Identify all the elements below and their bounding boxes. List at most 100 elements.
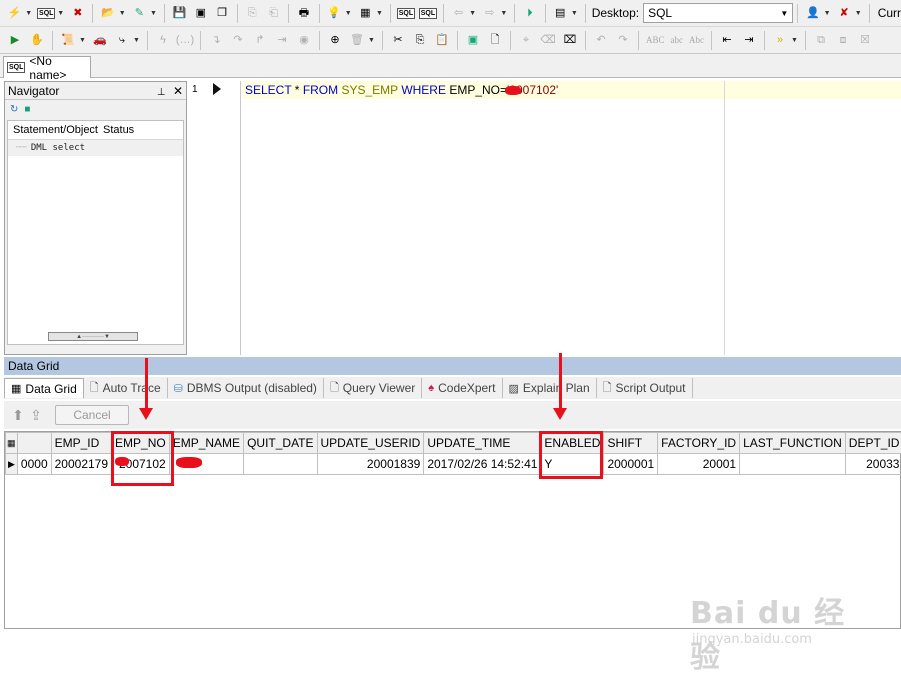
select-all-icon[interactable]: ▣ xyxy=(464,31,482,49)
refresh-icon[interactable]: ↻ xyxy=(10,104,18,115)
sql-format-icon[interactable]: SQL xyxy=(396,4,416,22)
chevron-down-icon[interactable]: ▼ xyxy=(469,10,476,17)
pin-icon[interactable]: ⊥ xyxy=(157,87,166,98)
column-header-emp-id[interactable]: EMP_ID xyxy=(50,432,113,454)
tab-explain-plan[interactable]: ▨ Explain Plan xyxy=(503,378,597,398)
chevron-down-icon[interactable]: ▼ xyxy=(500,10,507,17)
calendar-icon[interactable]: ▦ xyxy=(357,4,374,22)
sql-editor[interactable]: 1 SELECT * FROM SYS_EMP WHERE EMP_NO='20… xyxy=(189,81,901,355)
save-all-icon[interactable]: ▣ xyxy=(192,4,209,22)
navigator-column-header[interactable]: Status xyxy=(98,124,134,136)
horizontal-scrollbar[interactable]: ▲···········▼ xyxy=(48,332,138,341)
step-icon[interactable]: ⏵ xyxy=(521,4,538,22)
chevron-down-icon[interactable]: ▼ xyxy=(791,37,798,44)
cell-update-userid[interactable]: 20001839 xyxy=(316,453,425,475)
window-tile-icon[interactable]: ⧉ xyxy=(812,31,830,49)
execute-icon[interactable]: ▶ xyxy=(6,31,24,49)
clear-icon[interactable]: ⌧ xyxy=(561,31,579,49)
column-header-factory-id[interactable]: FACTORY_ID xyxy=(657,432,741,454)
chevron-down-icon[interactable]: ▼ xyxy=(119,10,126,17)
parens-icon[interactable]: (…) xyxy=(176,31,194,49)
trash-icon[interactable]: 🗑 xyxy=(348,31,366,49)
commit-icon[interactable]: ⎘ xyxy=(244,4,261,22)
column-header-quit-date[interactable]: QUIT_DATE xyxy=(243,432,318,454)
lowercase-button[interactable]: abc xyxy=(671,35,684,45)
add-watch-icon[interactable]: ⊕ xyxy=(326,31,344,49)
copy-icon[interactable]: ⎘ xyxy=(411,31,429,49)
redo-icon[interactable]: ↷ xyxy=(614,31,632,49)
user-icon[interactable]: 👤 xyxy=(804,4,821,22)
undo-icon[interactable]: ↶ xyxy=(592,31,610,49)
column-header-update-time[interactable]: UPDATE_TIME xyxy=(423,432,542,454)
chevron-down-icon[interactable]: ▼ xyxy=(368,37,375,44)
save-icon[interactable]: 💾 xyxy=(171,4,188,22)
copy-window-icon[interactable]: ❐ xyxy=(213,4,230,22)
navigator-item[interactable]: ┈┈ DML select xyxy=(8,140,183,156)
outdent-icon[interactable]: ⇥ xyxy=(740,31,758,49)
chevron-down-icon[interactable]: ▼ xyxy=(376,10,383,17)
chevron-down-icon[interactable]: ▼ xyxy=(57,10,64,17)
tab-script-output[interactable]: 🗋 Script Output xyxy=(597,378,693,398)
column-header-update-userid[interactable]: UPDATE_USERID xyxy=(316,432,425,454)
run-to-cursor-icon[interactable]: ⤷ xyxy=(113,31,131,49)
hand-icon[interactable]: ✋ xyxy=(28,31,46,49)
script-icon[interactable]: 📜 xyxy=(59,31,77,49)
desktop-select[interactable]: SQL ▼ xyxy=(643,3,794,23)
column-header-shift[interactable]: SHIFT xyxy=(603,432,659,454)
run-icon[interactable]: ⇥ xyxy=(273,31,291,49)
kill-icon[interactable]: ✘ xyxy=(836,4,853,22)
car-icon[interactable]: 🚗 xyxy=(91,31,109,49)
schema-icon[interactable]: ✎ xyxy=(131,4,148,22)
disconnect-icon[interactable]: ✖ xyxy=(69,4,86,22)
chevron-down-icon[interactable]: ▼ xyxy=(133,37,140,44)
breakpoint-icon[interactable]: ◉ xyxy=(295,31,313,49)
forward-arrow-icon[interactable]: ⇨ xyxy=(481,4,498,22)
open-folder-icon[interactable]: 📂 xyxy=(99,4,116,22)
sql-editor-icon[interactable]: SQL xyxy=(37,4,56,22)
chevron-down-icon[interactable]: ▼ xyxy=(79,37,86,44)
navigator-column-header[interactable]: Statement/Object xyxy=(8,124,98,136)
cell-shift[interactable]: 2000001 xyxy=(603,453,659,475)
chevron-down-icon[interactable]: ▼ xyxy=(25,10,32,17)
eraser-icon[interactable]: ⌫ xyxy=(539,31,557,49)
lightning-icon[interactable]: ϟ xyxy=(154,31,172,49)
tab-query-viewer[interactable]: 🗋 Query Viewer xyxy=(324,378,423,398)
chevron-down-icon[interactable]: ▼ xyxy=(824,10,831,17)
tab-codexpert[interactable]: ♠ CodeXpert xyxy=(422,378,503,398)
chevron-down-icon[interactable]: ▼ xyxy=(855,10,862,17)
step-over-icon[interactable]: ↷ xyxy=(229,31,247,49)
chevron-down-icon[interactable]: ▼ xyxy=(571,10,578,17)
window-cascade-icon[interactable]: ⧈ xyxy=(834,31,852,49)
editor-tab[interactable]: SQL <No name> xyxy=(3,54,91,82)
rollback-icon[interactable]: ⎗ xyxy=(265,4,282,22)
tab-auto-trace[interactable]: 🗋 Auto Trace xyxy=(84,378,168,398)
cell-emp-id[interactable]: 20002179 xyxy=(50,453,113,475)
back-arrow-icon[interactable]: ⇦ xyxy=(450,4,467,22)
step-into-icon[interactable]: ↴ xyxy=(207,31,225,49)
step-out-icon[interactable]: ↱ xyxy=(251,31,269,49)
column-header-dept-id[interactable]: DEPT_ID xyxy=(844,432,901,454)
fast-forward-icon[interactable]: » xyxy=(771,31,789,49)
upload-all-icon[interactable]: ⇪ xyxy=(27,406,45,424)
indent-icon[interactable]: ⇤ xyxy=(718,31,736,49)
cell-last-function[interactable] xyxy=(739,453,846,475)
tab-dbms-output[interactable]: ⛁ DBMS Output (disabled) xyxy=(168,378,324,398)
uppercase-button[interactable]: ABC xyxy=(646,35,665,45)
chevron-down-icon[interactable]: ▼ xyxy=(150,10,157,17)
grid-corner-icon[interactable]: ▦ xyxy=(5,432,18,454)
bulb-icon[interactable]: 💡 xyxy=(325,4,342,22)
cell-update-time[interactable]: 2017/02/26 14:52:41 xyxy=(423,453,542,475)
print-icon[interactable]: 🖶 xyxy=(295,4,312,22)
cell-factory-id[interactable]: 20001 xyxy=(657,453,741,475)
sql-compare-icon[interactable]: SQL xyxy=(418,4,438,22)
chevron-down-icon[interactable]: ▼ xyxy=(345,10,352,17)
close-icon[interactable]: ✕ xyxy=(173,84,183,98)
capitalize-button[interactable]: Abc xyxy=(689,35,704,45)
window-icon[interactable]: ▤ xyxy=(552,4,569,22)
cancel-button[interactable]: Cancel xyxy=(55,405,129,425)
column-header-last-function[interactable]: LAST_FUNCTION xyxy=(739,432,846,454)
cell-dept-id[interactable]: 20033 xyxy=(844,453,901,475)
new-file-icon[interactable]: 🗋 xyxy=(486,31,504,49)
column-header-emp-name[interactable]: EMP_NAME xyxy=(168,432,245,454)
stop-icon[interactable]: ■ xyxy=(24,104,30,115)
